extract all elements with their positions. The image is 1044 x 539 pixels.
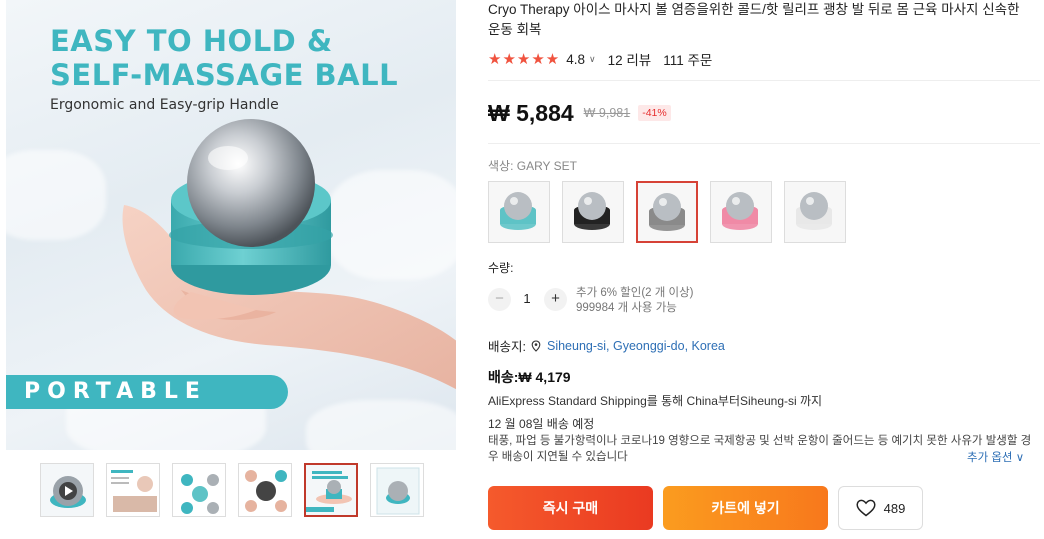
thumbnail-package[interactable] bbox=[370, 463, 424, 517]
bulk-discount-note: 추가 6% 할인(2 개 이상) bbox=[576, 287, 694, 299]
shipping-delay-notice: 태풍, 파업 등 불가항력이나 코로나19 영향으로 국제항공 및 선박 운항이… bbox=[488, 435, 1032, 463]
original-price: ₩ 9,981 bbox=[583, 106, 631, 120]
rating-stars-icon: ★★★★★ bbox=[488, 51, 561, 68]
thumbnail-parts[interactable] bbox=[172, 463, 226, 517]
color-label-text: 색상: bbox=[488, 159, 514, 173]
shipping-cost: 배송:₩ 4,179 bbox=[488, 369, 571, 385]
quantity-note: 추가 6% 할인(2 개 이상) 999984 개 사용 가능 bbox=[576, 286, 694, 316]
portable-badge: PORTABLE bbox=[6, 375, 288, 409]
color-swatch-gray[interactable] bbox=[636, 181, 698, 243]
more-shipping-options-link[interactable]: 추가 옵션 ∨ bbox=[967, 449, 1024, 465]
guide-thumbnail-art bbox=[111, 470, 157, 512]
package-thumbnail-art bbox=[376, 467, 420, 515]
steps-thumbnail-art bbox=[245, 470, 287, 512]
color-swatch-white[interactable] bbox=[784, 181, 846, 243]
divider bbox=[488, 143, 1040, 144]
review-count[interactable]: 12 리뷰 bbox=[608, 49, 652, 69]
thumbnail-guide[interactable] bbox=[106, 463, 160, 517]
ship-to-row: 배송지: Siheung-si, Gyeonggi-do, Korea bbox=[488, 336, 725, 355]
color-swatch-black[interactable] bbox=[562, 181, 624, 243]
shipping-method: AliExpress Standard Shipping를 통해 China부터… bbox=[488, 394, 823, 408]
current-price: ₩ 5,884 bbox=[488, 99, 574, 126]
quantity-decrease-button[interactable]: − bbox=[488, 288, 511, 311]
delivery-date: 12 월 08일 배송 예정 bbox=[488, 417, 595, 431]
thumbnail-video[interactable] bbox=[40, 463, 94, 517]
main-product-image[interactable]: EASY TO HOLD & SELF-MASSAGE BALL Ergonom… bbox=[6, 0, 456, 450]
rating-value[interactable]: 4.8 bbox=[566, 52, 585, 67]
color-swatch-pink[interactable] bbox=[710, 181, 772, 243]
swatch-product-image bbox=[574, 192, 610, 230]
chevron-down-icon[interactable]: ∨ bbox=[589, 54, 596, 65]
easy-hold-thumbnail-art bbox=[306, 471, 352, 512]
order-count: 111 주문 bbox=[663, 53, 713, 68]
ship-to-label: 배송지: bbox=[488, 340, 526, 354]
location-pin-icon bbox=[531, 339, 541, 352]
swatch-product-image bbox=[500, 192, 536, 230]
quantity-value[interactable]: 1 bbox=[519, 291, 535, 306]
thumbnail-steps[interactable] bbox=[238, 463, 292, 517]
thumbnail-strip bbox=[40, 463, 430, 519]
thumbnail-easy-to-hold[interactable] bbox=[304, 463, 358, 517]
parts-thumbnail-art bbox=[181, 474, 219, 514]
divider bbox=[488, 80, 1040, 81]
ship-to-location-link[interactable]: Siheung-si, Gyeonggi-do, Korea bbox=[547, 339, 725, 353]
wishlist-count: 489 bbox=[883, 500, 906, 516]
video-thumbnail-art bbox=[50, 476, 86, 508]
selected-color-name: GARY SET bbox=[516, 159, 578, 173]
wishlist-button[interactable]: 489 bbox=[838, 486, 923, 530]
buy-now-button[interactable]: 즉시 구매 bbox=[488, 486, 653, 530]
quantity-increase-button[interactable]: + bbox=[544, 288, 567, 311]
product-title: Cryo Therapy 아이스 마사지 볼 염증을위한 콜드/핫 릴리프 괭창… bbox=[488, 2, 1020, 37]
quantity-label: 수량: bbox=[488, 261, 514, 275]
discount-badge: -41% bbox=[638, 105, 671, 121]
color-label: 색상: GARY SET bbox=[488, 157, 577, 174]
swatch-product-image bbox=[649, 193, 685, 231]
price-row: ₩ 5,884 ₩ 9,981 -41% bbox=[488, 98, 671, 128]
stock-available-note: 999984 개 사용 가능 bbox=[576, 302, 677, 314]
heart-icon bbox=[856, 499, 876, 517]
swatch-product-image bbox=[722, 192, 758, 230]
swatch-product-image bbox=[796, 192, 832, 230]
rating-row: ★★★★★ 4.8 ∨ 12 리뷰 111 주문 bbox=[488, 49, 712, 69]
add-to-cart-button[interactable]: 카트에 넣기 bbox=[663, 486, 828, 530]
color-swatch-teal[interactable] bbox=[488, 181, 550, 243]
